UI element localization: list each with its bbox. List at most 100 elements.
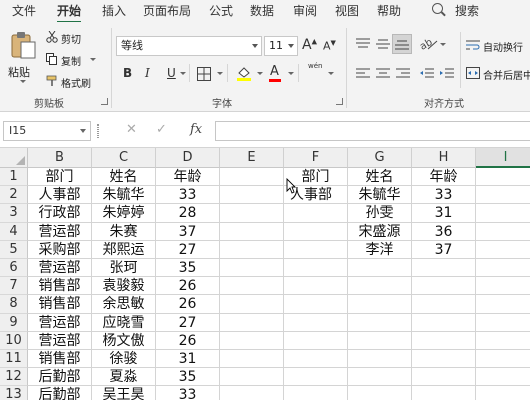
cell-d13[interactable]: 33	[156, 386, 220, 400]
tab-home[interactable]: 开始	[57, 2, 82, 23]
cell-b1[interactable]: 部门	[28, 168, 92, 187]
cell-i10[interactable]	[476, 332, 530, 350]
underline-dropdown-icon[interactable]	[180, 72, 186, 75]
cell-f8[interactable]	[284, 295, 348, 314]
cell-h1[interactable]: 年龄	[412, 168, 476, 187]
cell-i7[interactable]	[476, 277, 530, 296]
cell-c11[interactable]: 徐骏	[92, 350, 156, 369]
cell-i2[interactable]	[476, 186, 530, 205]
cell-h6[interactable]	[412, 259, 476, 278]
increase-font-size-button[interactable]: A▲	[302, 37, 317, 53]
cell-e7[interactable]	[220, 277, 284, 296]
cell-f11[interactable]	[284, 350, 348, 369]
tab-review[interactable]: 审阅	[293, 2, 317, 19]
underline-button[interactable]: U	[167, 66, 176, 80]
cell-i12[interactable]	[476, 368, 530, 387]
row-header[interactable]: 5	[0, 240, 28, 259]
select-all-button[interactable]	[0, 148, 28, 168]
cell-h8[interactable]	[412, 295, 476, 314]
cell-e8[interactable]	[220, 295, 284, 314]
cell-e13[interactable]	[220, 386, 284, 400]
cell-h10[interactable]	[412, 331, 476, 350]
column-header-e[interactable]: E	[220, 148, 284, 168]
cell-g9[interactable]	[348, 313, 412, 332]
cell-e11[interactable]	[220, 350, 284, 369]
cell-d2[interactable]: 33	[156, 186, 220, 205]
cell-d9[interactable]: 27	[156, 313, 220, 332]
cell-b8[interactable]: 销售部	[28, 295, 92, 314]
font-color-dropdown-icon[interactable]	[288, 72, 294, 75]
cell-f9[interactable]	[284, 313, 348, 332]
cell-b7[interactable]: 销售部	[28, 277, 92, 296]
cell-i8[interactable]	[476, 295, 530, 314]
cell-g12[interactable]	[348, 368, 412, 387]
align-middle-icon[interactable]	[376, 38, 390, 50]
cell-e9[interactable]	[220, 313, 284, 332]
cell-b10[interactable]: 营运部	[28, 331, 92, 350]
row-header[interactable]: 3	[0, 204, 28, 223]
cell-c8[interactable]: 余思敏	[92, 295, 156, 314]
cell-d10[interactable]: 26	[156, 331, 220, 350]
insert-function-button[interactable]: fx	[190, 122, 202, 137]
cell-d8[interactable]: 26	[156, 295, 220, 314]
cell-h13[interactable]	[412, 386, 476, 400]
cell-e5[interactable]	[220, 240, 284, 259]
merge-center-button[interactable]: 合并后居中	[466, 66, 530, 82]
column-header-i[interactable]: I	[476, 148, 530, 168]
row-header[interactable]: 6	[0, 259, 28, 278]
copy-dropdown-icon[interactable]	[90, 58, 96, 61]
row-header[interactable]: 2	[0, 186, 28, 205]
cell-g10[interactable]	[348, 331, 412, 350]
cell-e10[interactable]	[220, 331, 284, 350]
cell-b13[interactable]: 后勤部	[28, 386, 92, 400]
copy-button[interactable]: 复制	[46, 52, 96, 68]
formula-input[interactable]	[215, 121, 530, 141]
name-box[interactable]: I15	[3, 121, 91, 141]
cell-d7[interactable]: 26	[156, 277, 220, 296]
cell-g13[interactable]	[348, 386, 412, 400]
cell-f5[interactable]	[284, 240, 348, 259]
align-top-icon[interactable]	[356, 38, 370, 50]
cell-g11[interactable]	[348, 350, 412, 369]
cell-b2[interactable]: 人事部	[28, 186, 92, 205]
cell-c6[interactable]: 张珂	[92, 259, 156, 278]
increase-indent-icon[interactable]	[440, 68, 454, 80]
cell-g4[interactable]: 宋盛源	[348, 222, 412, 241]
cell-i1[interactable]	[476, 168, 530, 187]
cell-c3[interactable]: 朱婷婷	[92, 204, 156, 223]
font-size-select[interactable]: 11	[264, 36, 298, 56]
borders-dropdown-icon[interactable]	[217, 72, 223, 75]
cell-c10[interactable]: 杨文傲	[92, 331, 156, 350]
cell-e2[interactable]	[220, 186, 284, 205]
row-header[interactable]: 1	[0, 168, 28, 187]
cell-b12[interactable]: 后勤部	[28, 368, 92, 387]
italic-button[interactable]: I	[145, 66, 150, 80]
column-header-c[interactable]: C	[92, 148, 156, 168]
row-header[interactable]: 9	[0, 313, 28, 332]
cell-e4[interactable]	[220, 222, 284, 241]
font-name-select[interactable]: 等线	[116, 36, 262, 56]
tab-view[interactable]: 视图	[335, 2, 359, 19]
cell-h11[interactable]	[412, 350, 476, 369]
clipboard-launcher-icon[interactable]	[101, 98, 108, 105]
cell-i4[interactable]	[476, 223, 530, 241]
cell-d11[interactable]: 31	[156, 350, 220, 369]
cell-b3[interactable]: 行政部	[28, 204, 92, 223]
cell-e3[interactable]	[220, 204, 284, 223]
align-left-icon[interactable]	[356, 68, 370, 80]
row-header[interactable]: 7	[0, 277, 28, 296]
cell-i9[interactable]	[476, 314, 530, 332]
fill-color-dropdown-icon[interactable]	[257, 72, 263, 75]
cell-c7[interactable]: 袁骏毅	[92, 277, 156, 296]
phonetic-dropdown-icon[interactable]	[328, 72, 334, 75]
enter-icon[interactable]: ✓	[156, 122, 167, 137]
cell-f12[interactable]	[284, 368, 348, 387]
cut-button[interactable]: 剪切	[46, 30, 96, 46]
search-label[interactable]: 搜索	[455, 2, 479, 19]
cell-h4[interactable]: 36	[412, 222, 476, 241]
paste-dropdown-icon[interactable]	[20, 80, 26, 83]
cell-i5[interactable]	[476, 241, 530, 259]
cell-c5[interactable]: 郑熙运	[92, 240, 156, 259]
cell-f4[interactable]	[284, 222, 348, 241]
cell-g3[interactable]: 孙雯	[348, 204, 412, 223]
